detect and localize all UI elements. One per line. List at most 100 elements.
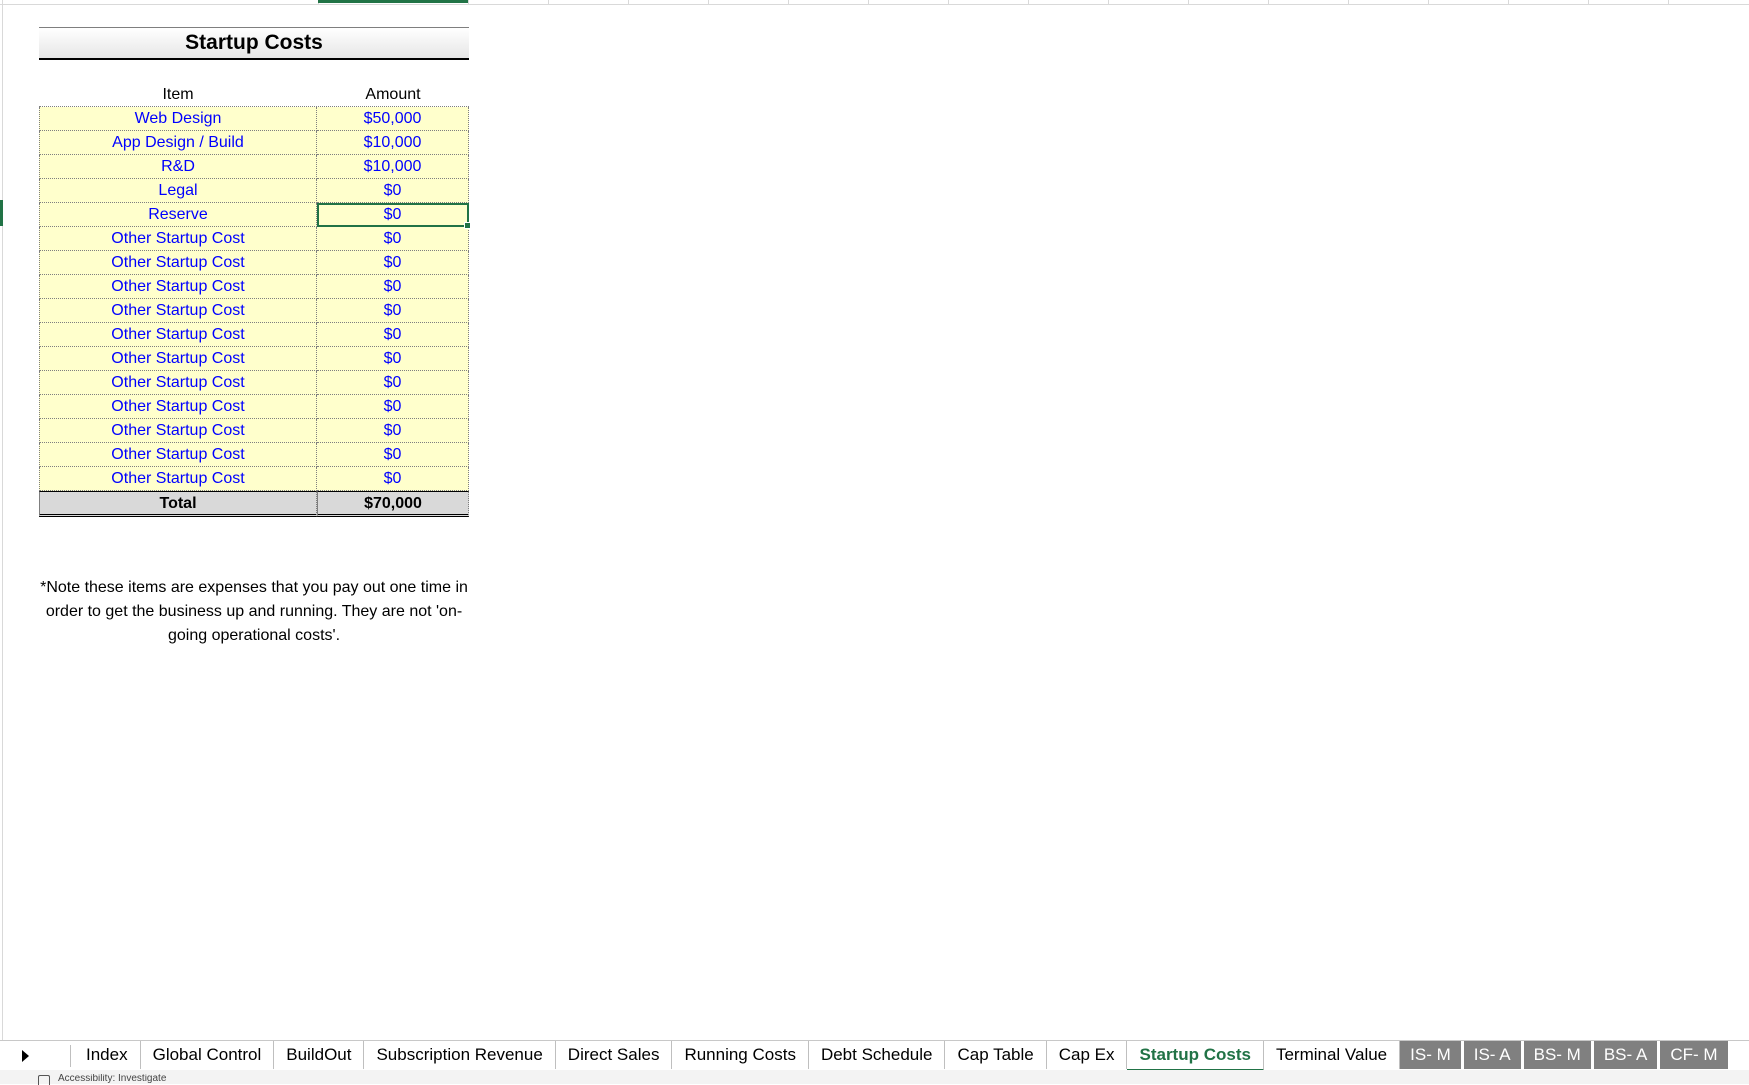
item-cell[interactable]: Other Startup Cost — [39, 443, 317, 467]
column-divider — [1028, 0, 1029, 4]
item-cell[interactable]: Other Startup Cost — [39, 251, 317, 275]
tab-cf-monthly[interactable]: CF- M — [1660, 1041, 1731, 1069]
tab-cap-table[interactable]: Cap Table — [945, 1041, 1047, 1069]
item-cell[interactable]: Other Startup Cost — [39, 395, 317, 419]
column-divider — [468, 0, 469, 4]
tab-subscription-revenue[interactable]: Subscription Revenue — [364, 1041, 556, 1069]
table-row: Reserve $0 — [39, 203, 471, 229]
item-cell[interactable]: R&D — [39, 155, 317, 179]
total-label-cell[interactable]: Total — [39, 491, 317, 517]
column-header-item[interactable]: Item — [39, 84, 317, 106]
amount-cell[interactable]: $0 — [317, 179, 469, 203]
amount-cell[interactable]: $0 — [317, 275, 469, 299]
table-row: Other Startup Cost $0 — [39, 227, 469, 251]
column-divider — [628, 0, 629, 4]
scroll-tabs-right-icon[interactable] — [22, 1050, 29, 1062]
table-row: Other Startup Cost $0 — [39, 419, 469, 443]
row-header-edge — [2, 0, 3, 1040]
table-row: Other Startup Cost $0 — [39, 371, 469, 395]
tab-direct-sales[interactable]: Direct Sales — [555, 1041, 673, 1069]
amount-cell[interactable]: $0 — [317, 443, 469, 467]
table-row: Other Startup Cost $0 — [39, 275, 469, 299]
amount-cell[interactable]: $0 — [317, 227, 469, 251]
page-title[interactable]: Startup Costs — [39, 27, 469, 60]
tab-running-costs[interactable]: Running Costs — [672, 1041, 809, 1069]
fill-handle[interactable] — [464, 222, 471, 229]
tab-bs-annual[interactable]: BS- A — [1593, 1041, 1661, 1069]
item-cell[interactable]: Other Startup Cost — [39, 299, 317, 323]
amount-cell[interactable]: $0 — [317, 395, 469, 419]
column-divider — [948, 0, 949, 4]
tab-bs-monthly[interactable]: BS- M — [1523, 1041, 1594, 1069]
total-amount-cell[interactable]: $70,000 — [317, 491, 469, 517]
note-text[interactable]: *Note these items are expenses that you … — [39, 576, 469, 648]
table-row: Other Startup Cost $0 — [39, 251, 469, 275]
startup-costs-table: Web Design $50,000 App Design / Build $1… — [39, 106, 471, 517]
tab-cap-ex[interactable]: Cap Ex — [1046, 1041, 1128, 1069]
table-row: Other Startup Cost $0 — [39, 467, 469, 491]
active-column-indicator — [318, 0, 468, 3]
table-row: Legal $0 — [39, 179, 469, 203]
table-row: App Design / Build $10,000 — [39, 131, 469, 155]
active-row-indicator — [0, 200, 3, 226]
worksheet-grid[interactable]: Startup Costs Item Amount Web Design $50… — [0, 0, 1749, 1040]
amount-cell[interactable]: $0 — [317, 371, 469, 395]
amount-cell[interactable]: $50,000 — [317, 107, 469, 131]
item-cell[interactable]: Other Startup Cost — [39, 275, 317, 299]
amount-cell[interactable]: $0 — [317, 323, 469, 347]
tab-is-monthly[interactable]: IS- M — [1400, 1041, 1464, 1069]
item-cell[interactable]: Web Design — [39, 107, 317, 131]
item-cell[interactable]: Reserve — [39, 203, 317, 227]
amount-cell-value: $0 — [383, 206, 402, 223]
tab-terminal-value[interactable]: Terminal Value — [1263, 1041, 1401, 1069]
sheet-tabs: Index Global Control BuildOut Subscripti… — [74, 1041, 1731, 1071]
tab-index[interactable]: Index — [74, 1041, 141, 1069]
table-row: Other Startup Cost $0 — [39, 347, 469, 371]
amount-cell[interactable]: $0 — [317, 251, 469, 275]
column-divider — [708, 0, 709, 4]
item-cell[interactable]: Legal — [39, 179, 317, 203]
accessibility-status[interactable]: Accessibility: Investigate — [58, 1074, 166, 1084]
column-divider — [1188, 0, 1189, 4]
table-row: Other Startup Cost $0 — [39, 323, 469, 347]
tab-startup-costs[interactable]: Startup Costs — [1127, 1041, 1264, 1071]
amount-cell[interactable]: $0 — [317, 467, 469, 491]
tab-global-control[interactable]: Global Control — [140, 1041, 275, 1069]
column-divider — [1668, 0, 1669, 4]
column-divider — [868, 0, 869, 4]
column-divider — [1508, 0, 1509, 4]
item-cell[interactable]: Other Startup Cost — [39, 419, 317, 443]
table-row: Other Startup Cost $0 — [39, 443, 469, 467]
table-row: Other Startup Cost $0 — [39, 395, 469, 419]
amount-cell[interactable]: $0 — [317, 347, 469, 371]
amount-cell[interactable]: $10,000 — [317, 155, 469, 179]
tab-buildout[interactable]: BuildOut — [274, 1041, 365, 1069]
item-cell[interactable]: Other Startup Cost — [39, 371, 317, 395]
table-row: R&D $10,000 — [39, 155, 469, 179]
amount-cell[interactable]: $10,000 — [317, 131, 469, 155]
table-row: Web Design $50,000 — [39, 107, 469, 131]
column-divider — [1268, 0, 1269, 4]
item-cell[interactable]: Other Startup Cost — [39, 227, 317, 251]
tab-debt-schedule[interactable]: Debt Schedule — [808, 1041, 946, 1069]
sheet-tab-bar: Index Global Control BuildOut Subscripti… — [0, 1040, 1749, 1071]
column-divider — [1348, 0, 1349, 4]
tab-is-annual[interactable]: IS- A — [1463, 1041, 1524, 1069]
column-divider — [548, 0, 549, 4]
amount-cell[interactable]: $0 — [317, 419, 469, 443]
column-header-strip — [0, 0, 1749, 5]
item-cell[interactable]: Other Startup Cost — [39, 323, 317, 347]
item-cell[interactable]: App Design / Build — [39, 131, 317, 155]
column-divider — [788, 0, 789, 4]
table-row: Other Startup Cost $0 — [39, 299, 469, 323]
column-divider — [1108, 0, 1109, 4]
total-row: Total $70,000 — [39, 491, 469, 517]
selected-amount-cell[interactable]: $0 — [317, 203, 471, 229]
column-divider — [1428, 0, 1429, 4]
item-cell[interactable]: Other Startup Cost — [39, 347, 317, 371]
tab-divider — [70, 1045, 71, 1067]
column-header-amount[interactable]: Amount — [317, 84, 469, 106]
column-divider — [1588, 0, 1589, 4]
item-cell[interactable]: Other Startup Cost — [39, 467, 317, 491]
amount-cell[interactable]: $0 — [317, 299, 469, 323]
